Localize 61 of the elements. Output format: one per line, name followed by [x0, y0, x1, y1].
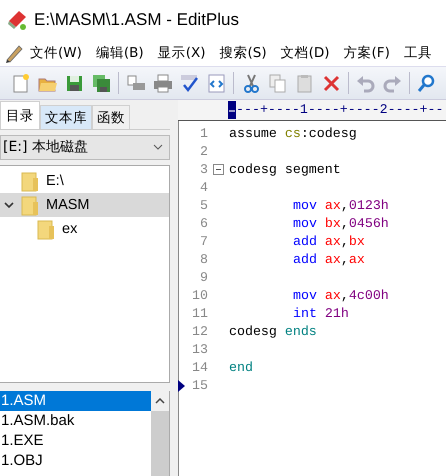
file-list-item[interactable]: 1.OBJ [0, 451, 151, 472]
sidebar-tab[interactable]: 目录 [0, 101, 40, 129]
code-line: codesg segment [229, 162, 342, 176]
code-line: mov ax,0123h [292, 198, 390, 212]
code-line: add ax,bx [292, 234, 366, 248]
folder-node[interactable]: E:\ [0, 168, 169, 193]
pencil-icon [4, 43, 24, 63]
line-number: 14 [192, 360, 208, 374]
chevron-down-icon [153, 144, 163, 150]
browser-icon[interactable] [206, 72, 227, 94]
code-line: end [229, 360, 254, 374]
line-number: 15 [192, 378, 208, 392]
menu-item[interactable]: 文档(D) [274, 44, 338, 62]
menu-item[interactable]: 搜索(S) [213, 44, 275, 62]
window-title: E:\MASM\1.ASM - EditPlus [34, 10, 239, 30]
menu-item[interactable]: 编辑(B) [90, 44, 152, 62]
folder-icon [20, 170, 40, 192]
line-number: 5 [200, 198, 208, 212]
line-number: 1 [200, 126, 208, 140]
folder-node[interactable]: ex [0, 216, 169, 241]
line-number: 2 [200, 144, 208, 158]
line-number: 4 [200, 180, 208, 194]
menu-item[interactable]: 方案(F) [338, 44, 398, 62]
code-line: mov bx,0456h [292, 216, 390, 230]
code-line: codesg ends [229, 324, 318, 338]
scrollbar[interactable] [151, 391, 169, 476]
sidebar-tab[interactable]: 文本库 [40, 105, 92, 129]
line-number: 3 [200, 162, 208, 176]
save-all-icon[interactable] [91, 72, 112, 94]
menu-item[interactable]: 显示(X) [152, 44, 214, 62]
code-line: int 21h [292, 306, 350, 320]
file-list-item[interactable]: 1.ASM.bak [0, 411, 151, 432]
menu-item[interactable]: 文件(W) [24, 44, 90, 62]
file-list-item[interactable]: 1.EXE [0, 431, 151, 452]
folder-node[interactable]: MASM [0, 192, 169, 217]
line-number: 7 [200, 234, 208, 248]
app-icon [6, 9, 28, 31]
line-number: 9 [200, 270, 208, 284]
fold-toggle-icon[interactable] [213, 164, 224, 174]
folder-icon [36, 218, 56, 240]
column-ruler: ---+----1----+----2----+-- [236, 101, 444, 119]
drive-dropdown[interactable]: [E:] 本地磁盘 [0, 135, 170, 160]
line-number: 8 [200, 252, 208, 266]
folder-icon [20, 194, 40, 216]
sidebar-tab[interactable]: 函数 [92, 105, 130, 129]
code-line: add ax,ax [292, 252, 366, 266]
line-number: 12 [192, 324, 208, 338]
line-number: 13 [192, 342, 208, 356]
chevron-down-icon [4, 200, 14, 210]
file-list-item[interactable]: 1.ASM [0, 391, 151, 412]
copy-icon[interactable] [267, 72, 288, 94]
line-number: 11 [192, 306, 208, 320]
printer-icon[interactable] [152, 72, 173, 94]
line-number: 6 [200, 216, 208, 230]
chevron-up-icon [155, 398, 165, 404]
code-line: mov ax,4c00h [292, 288, 390, 302]
spell-check-icon[interactable] [179, 72, 200, 94]
line-number: 10 [192, 288, 208, 302]
menu-item[interactable]: 工具 [398, 44, 440, 62]
code-line: assume cs:codesg [229, 126, 358, 140]
search-icon[interactable] [416, 72, 437, 94]
